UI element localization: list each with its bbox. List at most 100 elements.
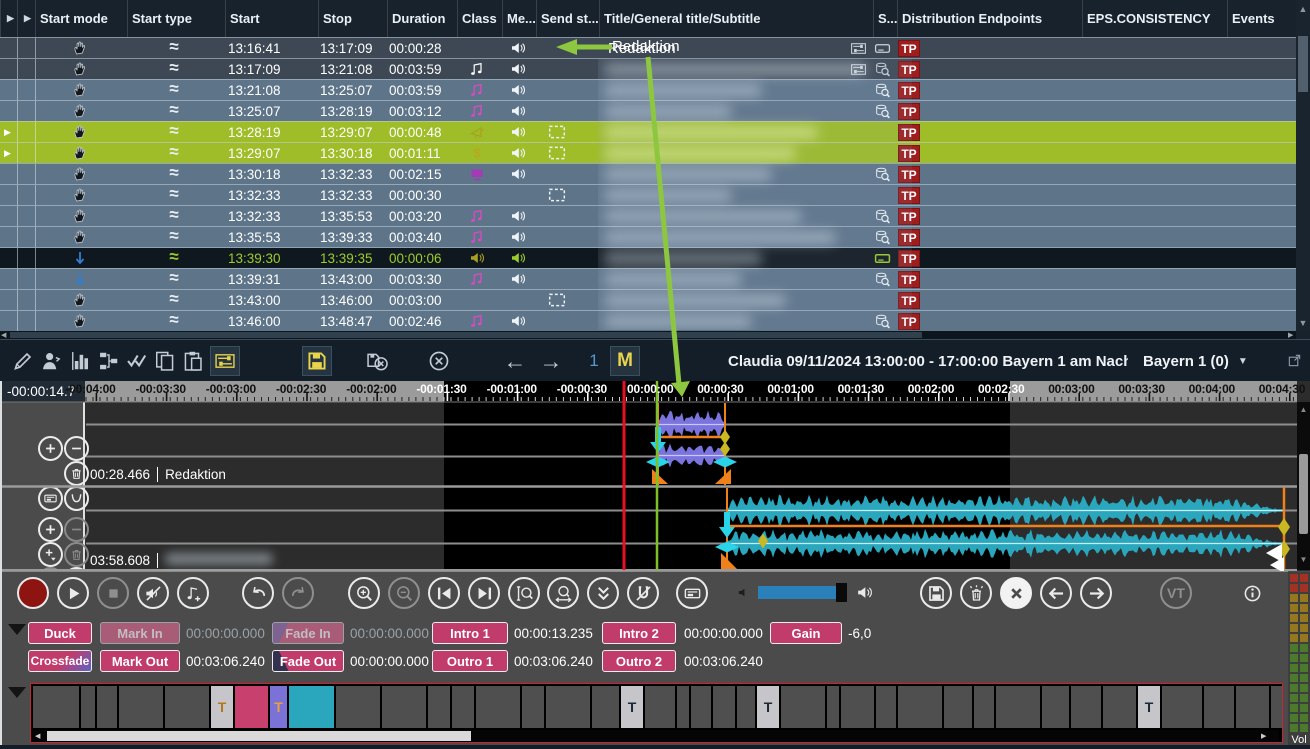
scroll-right-arrow[interactable]: ▶ (1261, 732, 1269, 740)
column-header-dur[interactable]: Duration (387, 0, 457, 37)
copy-icon[interactable] (150, 346, 180, 376)
voice-track-button[interactable]: VT (1160, 577, 1192, 609)
column-header-mode[interactable]: Start mode (35, 0, 127, 37)
track2-add-button[interactable] (38, 542, 63, 567)
collapse-blocks-icon[interactable] (8, 687, 26, 698)
hour-block[interactable] (944, 686, 972, 728)
hour-block[interactable] (1162, 686, 1202, 728)
column-header-cls[interactable]: Class (457, 0, 502, 37)
hour-block[interactable] (781, 686, 825, 728)
snap-off-button[interactable] (627, 577, 659, 609)
hour-block[interactable] (841, 686, 874, 728)
hour-block[interactable] (1236, 686, 1269, 728)
column-header-exp1[interactable]: ▶ (0, 0, 17, 37)
scroll-thumb[interactable] (1298, 36, 1308, 92)
column-header-stop[interactable]: Stop (318, 0, 387, 37)
zoom-selection-button[interactable] (508, 577, 540, 609)
hour-block[interactable] (476, 686, 520, 728)
hour-block[interactable] (81, 686, 95, 728)
hour-block[interactable] (1042, 686, 1069, 728)
detach-window-icon[interactable] (1287, 353, 1302, 368)
next-item-button[interactable] (1080, 577, 1112, 609)
track2-zoom-in-button[interactable] (38, 517, 63, 542)
hour-block[interactable] (1204, 686, 1234, 728)
intro-2-button[interactable]: Intro 2 (602, 622, 676, 644)
hour-block[interactable] (289, 686, 334, 728)
hour-block[interactable] (1103, 686, 1136, 728)
hour-block[interactable] (1071, 686, 1101, 728)
column-header-title[interactable]: Title/General title/Subtitle (599, 0, 873, 37)
validate-icon[interactable] (122, 346, 152, 376)
hour-block[interactable] (546, 686, 590, 728)
mark-in-button[interactable]: Mark In (100, 622, 180, 644)
track1-delete-button[interactable] (64, 461, 89, 486)
scroll-left-arrow[interactable]: ◀ (35, 732, 43, 740)
outro-2-button[interactable]: Outro 2 (602, 650, 676, 672)
scroll-left-arrow[interactable]: ◀ (1, 331, 9, 339)
discard-audio-button[interactable] (960, 577, 992, 609)
hour-block-traffic[interactable]: T (211, 686, 233, 728)
stop-button[interactable] (97, 577, 129, 609)
hour-block[interactable] (428, 686, 450, 728)
scroll-right-arrow[interactable]: ▶ (1288, 331, 1296, 339)
save-discard-icon[interactable] (362, 346, 392, 376)
duck-button[interactable]: Duck (28, 622, 92, 644)
column-header-dist[interactable]: Distribution Endpoints (897, 0, 1082, 37)
channel-dropdown[interactable]: Bayern 1 (0) ▼ (1143, 340, 1248, 382)
display-mode-button[interactable] (676, 577, 708, 609)
hour-block[interactable] (97, 686, 117, 728)
track1-zoom-in-button[interactable] (38, 436, 63, 461)
scroll-thumb[interactable] (1299, 454, 1308, 534)
save-icon[interactable] (302, 346, 332, 376)
hour-block[interactable] (876, 686, 896, 728)
hour-block[interactable] (452, 686, 474, 728)
play-button[interactable] (57, 577, 89, 609)
redo-button[interactable] (282, 577, 314, 609)
volume-slider-track[interactable] (758, 586, 846, 599)
hour-block[interactable] (1271, 686, 1283, 728)
volume-slider-thumb[interactable] (836, 583, 847, 602)
column-header-events[interactable]: Events (1227, 0, 1283, 37)
go-to-end-button[interactable] (468, 577, 500, 609)
monitor-off-button[interactable] (137, 577, 169, 609)
previous-item-button[interactable] (1040, 577, 1072, 609)
fade-in-button[interactable]: Fade In (272, 622, 344, 644)
hour-block-traffic[interactable]: T (757, 686, 779, 728)
zoom-in-button[interactable] (348, 577, 380, 609)
collapse-params-icon[interactable] (8, 624, 26, 635)
hour-block[interactable] (336, 686, 380, 728)
outro-1-button[interactable]: Outro 1 (432, 650, 508, 672)
discard-icon[interactable] (424, 346, 454, 376)
track1-envelope-button[interactable] (64, 486, 89, 511)
hour-block[interactable] (522, 686, 544, 728)
blocks-scrollbar[interactable]: ◀▶ (33, 730, 1279, 742)
fade-out-button[interactable]: Fade Out (272, 650, 344, 672)
table-horizontal-scrollbar[interactable]: ◀▶ (0, 331, 1296, 339)
scroll-down-arrow[interactable]: ▼ (1299, 555, 1308, 564)
track2-zoom-out-button[interactable] (64, 517, 89, 542)
column-header-start[interactable]: Start (225, 0, 318, 37)
record-button[interactable] (17, 577, 49, 609)
gain-button[interactable]: Gain (770, 622, 842, 644)
hour-block[interactable] (713, 686, 735, 728)
column-header-type[interactable]: Start type (127, 0, 225, 37)
hour-block[interactable] (827, 686, 839, 728)
expand-icon[interactable]: ▶ (4, 148, 14, 158)
hour-block[interactable] (974, 686, 994, 728)
column-header-send[interactable]: Send st... (536, 0, 599, 37)
scroll-up-arrow[interactable]: ▲ (1298, 4, 1308, 14)
hour-block-traffic[interactable]: T (1138, 686, 1160, 728)
hour-block[interactable] (382, 686, 426, 728)
scroll-thumb[interactable] (10, 332, 922, 338)
nav-back-arrow[interactable]: ← (500, 346, 530, 376)
save-audio-button[interactable] (920, 577, 952, 609)
edit-pencil-icon[interactable] (8, 346, 38, 376)
hour-block[interactable] (677, 686, 689, 728)
hour-block[interactable] (119, 686, 163, 728)
mode-m-button[interactable]: M (610, 346, 640, 376)
close-editor-button[interactable] (1000, 577, 1032, 609)
paste-icon[interactable] (178, 346, 208, 376)
hour-block[interactable] (645, 686, 675, 728)
scroll-thumb[interactable] (47, 731, 471, 741)
undo-button[interactable] (242, 577, 274, 609)
